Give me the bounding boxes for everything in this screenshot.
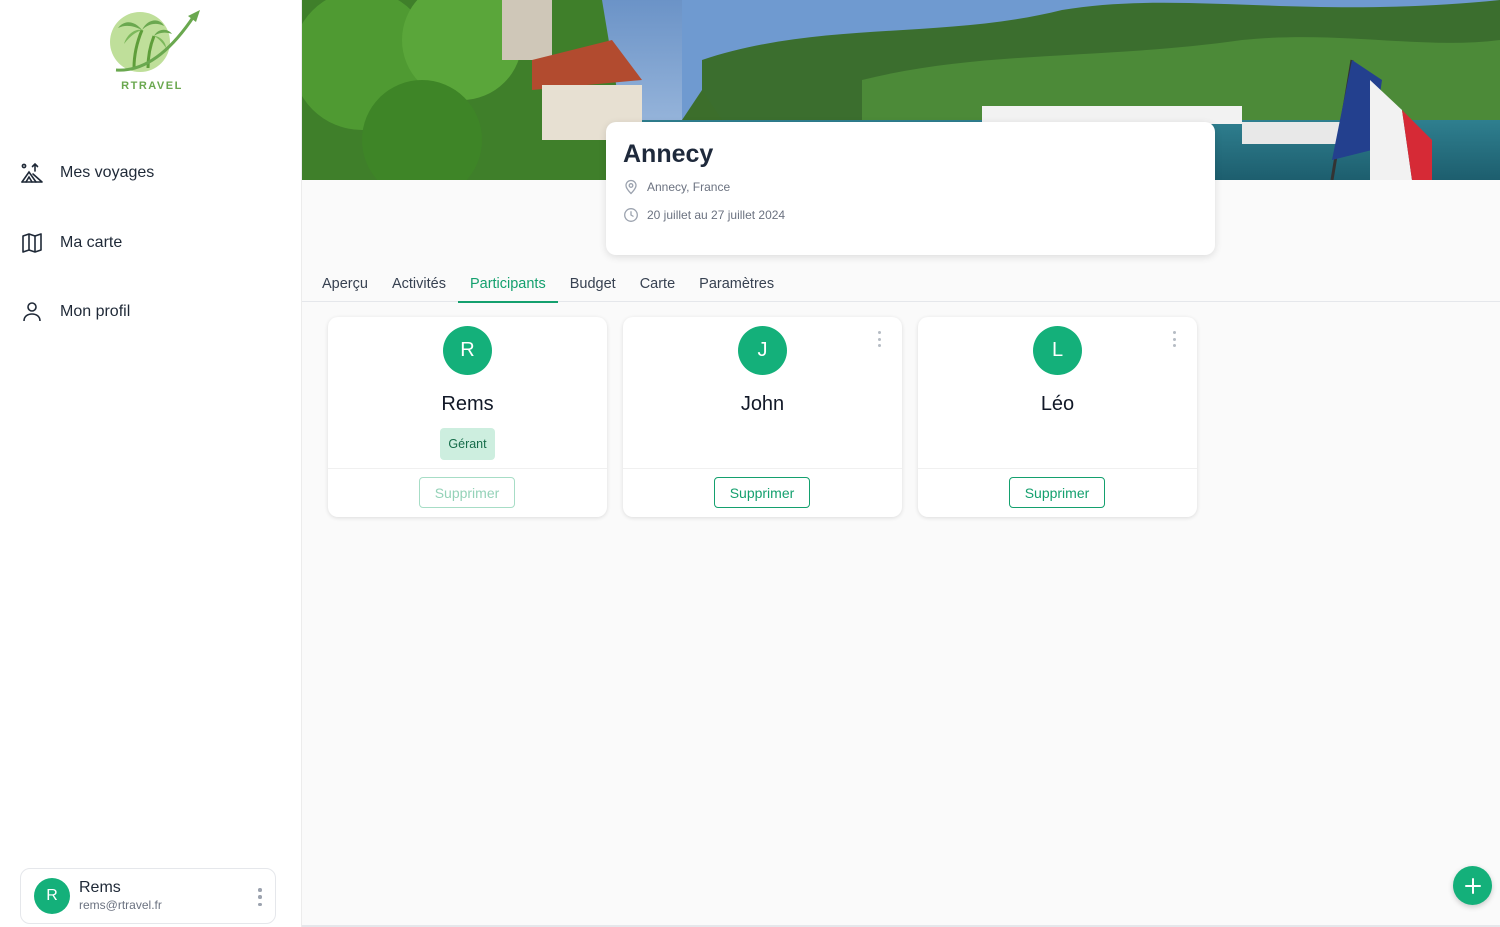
sidebar-item-label: Mon profil bbox=[60, 303, 131, 320]
participant-card: L Léo Supprimer bbox=[918, 317, 1197, 517]
avatar: R bbox=[34, 878, 70, 914]
tab-activites[interactable]: Activités bbox=[380, 266, 458, 302]
avatar: J bbox=[738, 326, 787, 375]
participant-card: J John Supprimer bbox=[623, 317, 902, 517]
participants-list: R Rems Gérant Supprimer J John Supprimer… bbox=[328, 317, 1213, 517]
sidebar-item-ma-carte[interactable]: Ma carte bbox=[0, 220, 302, 266]
more-vertical-icon[interactable] bbox=[255, 885, 265, 909]
trip-title: Annecy bbox=[623, 140, 714, 168]
participant-name: John bbox=[740, 393, 785, 415]
location-pin-icon bbox=[623, 179, 639, 195]
delete-participant-button[interactable]: Supprimer bbox=[714, 477, 810, 508]
trip-dates-text: 20 juillet au 27 juillet 2024 bbox=[647, 208, 786, 222]
trip-summary-card: Annecy Annecy, France 20 juillet au 27 j… bbox=[606, 122, 1215, 255]
more-vertical-icon[interactable] bbox=[876, 331, 882, 347]
divider bbox=[623, 468, 902, 469]
avatar: R bbox=[443, 326, 492, 375]
user-info: Rems rems@rtravel.fr bbox=[79, 879, 162, 913]
add-participant-button[interactable] bbox=[1453, 866, 1492, 905]
participant-name: Léo bbox=[1040, 393, 1075, 415]
delete-participant-button[interactable]: Supprimer bbox=[1009, 477, 1105, 508]
sidebar-item-label: Mes voyages bbox=[60, 164, 155, 181]
more-vertical-icon[interactable] bbox=[1171, 331, 1177, 347]
rtravel-logo[interactable]: RTRAVEL bbox=[104, 6, 204, 96]
delete-participant-button[interactable]: Supprimer bbox=[419, 477, 515, 508]
trip-location-text: Annecy, France bbox=[647, 180, 731, 194]
palm-logo-icon bbox=[110, 10, 200, 72]
trip-location: Annecy, France bbox=[623, 179, 1198, 195]
sidebar-item-mon-profil[interactable]: Mon profil bbox=[0, 289, 302, 335]
user-email: rems@rtravel.fr bbox=[79, 898, 162, 912]
avatar: L bbox=[1033, 326, 1082, 375]
tab-carte[interactable]: Carte bbox=[628, 266, 687, 302]
user-icon bbox=[20, 300, 44, 324]
tab-parametres[interactable]: Paramètres bbox=[687, 266, 786, 302]
trip-dates: 20 juillet au 27 juillet 2024 bbox=[623, 207, 1198, 223]
travel-icon bbox=[20, 161, 44, 185]
user-name: Rems bbox=[79, 879, 121, 896]
tab-apercu[interactable]: Aperçu bbox=[310, 266, 380, 302]
divider bbox=[918, 468, 1197, 469]
participant-name: Rems bbox=[441, 393, 494, 415]
tab-budget[interactable]: Budget bbox=[558, 266, 628, 302]
plus-icon bbox=[1464, 877, 1481, 894]
sidebar: RTRAVEL Mes voyages Ma carte Mon profil … bbox=[0, 0, 302, 927]
trip-tabs: Aperçu Activités Participants Budget Car… bbox=[302, 266, 1500, 303]
sidebar-item-mes-voyages[interactable]: Mes voyages bbox=[0, 150, 302, 196]
role-badge: Gérant bbox=[440, 428, 495, 460]
map-icon bbox=[20, 231, 44, 255]
brand-name: RTRAVEL bbox=[121, 80, 183, 92]
sidebar-nav: Mes voyages Ma carte Mon profil bbox=[0, 150, 302, 359]
clock-icon bbox=[623, 207, 639, 223]
tab-participants[interactable]: Participants bbox=[457, 266, 558, 303]
participant-card: R Rems Gérant Supprimer bbox=[328, 317, 607, 517]
divider bbox=[328, 468, 607, 469]
current-user-card[interactable]: R Rems rems@rtravel.fr bbox=[20, 868, 276, 924]
sidebar-item-label: Ma carte bbox=[60, 233, 123, 251]
